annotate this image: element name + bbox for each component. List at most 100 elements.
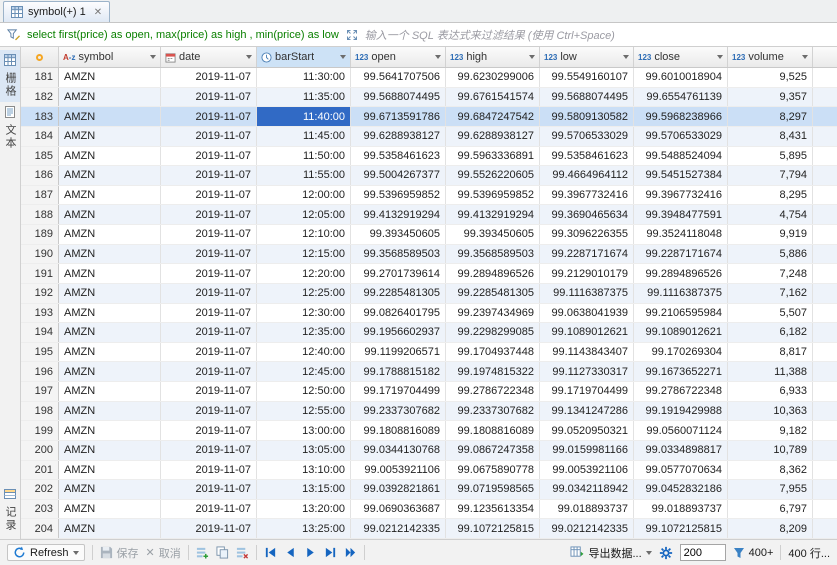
save-button[interactable]: 保存: [100, 545, 139, 561]
row-number[interactable]: 203: [21, 500, 59, 519]
row-number[interactable]: 191: [21, 264, 59, 283]
cell-low[interactable]: 99.4664964112: [540, 166, 634, 185]
row-number[interactable]: 186: [21, 166, 59, 185]
cell-date[interactable]: 2019-11-07: [161, 186, 257, 205]
row-header-cell[interactable]: [21, 47, 59, 67]
cell-date[interactable]: 2019-11-07: [161, 245, 257, 264]
cell-volume[interactable]: 7,955: [728, 480, 813, 499]
cell-barStart[interactable]: 11:30:00: [257, 68, 351, 87]
cell-barStart[interactable]: 12:30:00: [257, 304, 351, 323]
cell-close[interactable]: 99.1116387375: [634, 284, 728, 303]
cell-symbol[interactable]: AMZN: [59, 382, 161, 401]
cell-high[interactable]: 99.1704937448: [446, 343, 540, 362]
cell-date[interactable]: 2019-11-07: [161, 225, 257, 244]
cell-symbol[interactable]: AMZN: [59, 186, 161, 205]
cell-symbol[interactable]: AMZN: [59, 343, 161, 362]
cell-symbol[interactable]: AMZN: [59, 264, 161, 283]
fetch-more-button[interactable]: 400+: [733, 547, 774, 559]
cell-volume[interactable]: 4,754: [728, 205, 813, 224]
cell-barStart[interactable]: 12:50:00: [257, 382, 351, 401]
cell-open[interactable]: 99.5358461623: [351, 147, 446, 166]
cell-date[interactable]: 2019-11-07: [161, 284, 257, 303]
cell-low[interactable]: 99.0342118942: [540, 480, 634, 499]
cell-close[interactable]: 99.1089012621: [634, 323, 728, 342]
cell-symbol[interactable]: AMZN: [59, 461, 161, 480]
cell-barStart[interactable]: 11:35:00: [257, 88, 351, 107]
cell-open[interactable]: 99.5688074495: [351, 88, 446, 107]
cell-close[interactable]: 99.5706533029: [634, 127, 728, 146]
cell-close[interactable]: 99.2106595984: [634, 304, 728, 323]
cell-date[interactable]: 2019-11-07: [161, 421, 257, 440]
cell-date[interactable]: 2019-11-07: [161, 304, 257, 323]
cell-open[interactable]: 99.2285481305: [351, 284, 446, 303]
cell-close[interactable]: 99.1919429988: [634, 402, 728, 421]
delete-row-button[interactable]: [236, 546, 249, 559]
column-header-high[interactable]: 123high: [446, 47, 540, 67]
cell-date[interactable]: 2019-11-07: [161, 166, 257, 185]
cell-symbol[interactable]: AMZN: [59, 323, 161, 342]
cell-volume[interactable]: 9,919: [728, 225, 813, 244]
cell-volume[interactable]: 6,797: [728, 500, 813, 519]
cell-low[interactable]: 99.1127330317: [540, 362, 634, 381]
cell-low[interactable]: 99.0520950321: [540, 421, 634, 440]
cell-date[interactable]: 2019-11-07: [161, 264, 257, 283]
cell-close[interactable]: 99.2287171674: [634, 245, 728, 264]
cell-open[interactable]: 99.1719704499: [351, 382, 446, 401]
cell-high[interactable]: 99.2337307682: [446, 402, 540, 421]
cell-volume[interactable]: 6,182: [728, 323, 813, 342]
cell-open[interactable]: 99.0690363687: [351, 500, 446, 519]
cell-low[interactable]: 99.0159981166: [540, 441, 634, 460]
fetch-all-button[interactable]: [344, 546, 357, 559]
cell-close[interactable]: 99.6010018904: [634, 68, 728, 87]
row-number[interactable]: 189: [21, 225, 59, 244]
cell-barStart[interactable]: 12:40:00: [257, 343, 351, 362]
cell-open[interactable]: 99.5641707506: [351, 68, 446, 87]
cell-symbol[interactable]: AMZN: [59, 284, 161, 303]
column-filter-caret-icon[interactable]: [150, 55, 156, 59]
cell-open[interactable]: 99.2701739614: [351, 264, 446, 283]
row-number[interactable]: 182: [21, 88, 59, 107]
filter-placeholder[interactable]: 输入一个 SQL 表达式来过滤结果 (使用 Ctrl+Space): [365, 27, 615, 43]
cell-open[interactable]: 99.0344130768: [351, 441, 446, 460]
cell-close[interactable]: 99.0560071124: [634, 421, 728, 440]
cell-close[interactable]: 99.2894896526: [634, 264, 728, 283]
cell-high[interactable]: 99.6288938127: [446, 127, 540, 146]
cell-open[interactable]: 99.0392821861: [351, 480, 446, 499]
cell-date[interactable]: 2019-11-07: [161, 480, 257, 499]
cell-low[interactable]: 99.5706533029: [540, 127, 634, 146]
row-number[interactable]: 202: [21, 480, 59, 499]
cell-close[interactable]: 99.3967732416: [634, 186, 728, 205]
cell-close[interactable]: 99.1673652271: [634, 362, 728, 381]
cell-barStart[interactable]: 13:00:00: [257, 421, 351, 440]
row-number[interactable]: 192: [21, 284, 59, 303]
cell-volume[interactable]: 10,789: [728, 441, 813, 460]
refresh-button[interactable]: Refresh: [7, 544, 85, 561]
expand-filter-icon[interactable]: [346, 29, 358, 41]
cell-close[interactable]: 99.3524118048: [634, 225, 728, 244]
row-number[interactable]: 196: [21, 362, 59, 381]
cell-volume[interactable]: 6,933: [728, 382, 813, 401]
column-filter-caret-icon[interactable]: [802, 55, 808, 59]
cell-high[interactable]: 99.2786722348: [446, 382, 540, 401]
cell-close[interactable]: 99.1072125815: [634, 519, 728, 538]
cell-low[interactable]: 99.5688074495: [540, 88, 634, 107]
cell-volume[interactable]: 5,886: [728, 245, 813, 264]
cell-barStart[interactable]: 13:25:00: [257, 519, 351, 538]
cell-close[interactable]: 99.0577070634: [634, 461, 728, 480]
settings-gear-icon[interactable]: [659, 546, 673, 560]
cell-open[interactable]: 99.1956602937: [351, 323, 446, 342]
cell-date[interactable]: 2019-11-07: [161, 402, 257, 421]
cell-symbol[interactable]: AMZN: [59, 500, 161, 519]
column-header-barStart[interactable]: barStart: [257, 47, 351, 67]
cell-low[interactable]: 99.0212142335: [540, 519, 634, 538]
cell-barStart[interactable]: 12:55:00: [257, 402, 351, 421]
cell-date[interactable]: 2019-11-07: [161, 107, 257, 126]
cell-high[interactable]: 99.2285481305: [446, 284, 540, 303]
cell-symbol[interactable]: AMZN: [59, 225, 161, 244]
cell-low[interactable]: 99.0638041939: [540, 304, 634, 323]
row-number[interactable]: 200: [21, 441, 59, 460]
cell-high[interactable]: 99.5526220605: [446, 166, 540, 185]
cell-high[interactable]: 99.2298299085: [446, 323, 540, 342]
cell-close[interactable]: 99.5451527384: [634, 166, 728, 185]
cell-barStart[interactable]: 12:35:00: [257, 323, 351, 342]
